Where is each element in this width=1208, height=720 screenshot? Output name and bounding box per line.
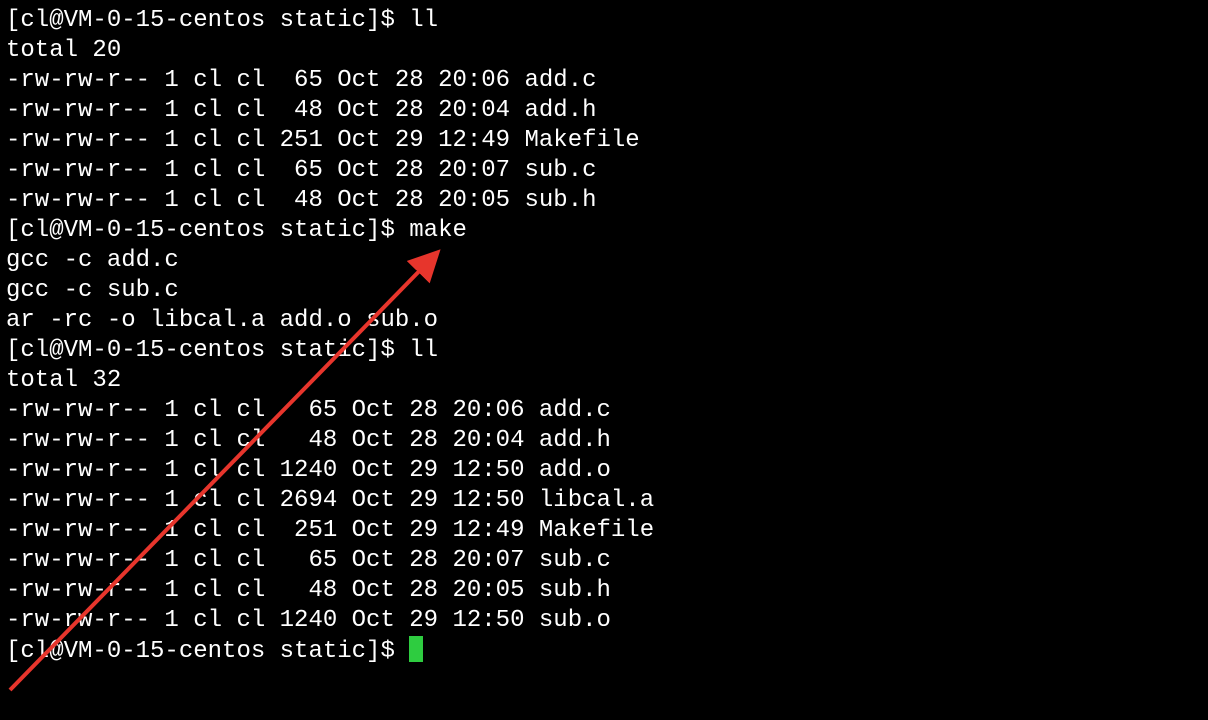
make-output-line: gcc -c sub.c [6, 276, 1202, 306]
file-entry: -rw-rw-r-- 1 cl cl 2694 Oct 29 12:50 lib… [6, 486, 1202, 516]
ll-total: total 20 [6, 36, 1202, 66]
file-entry: -rw-rw-r-- 1 cl cl 48 Oct 28 20:05 sub.h [6, 576, 1202, 606]
command-text: ll [409, 7, 438, 34]
prompt-line-ll1: [cl@VM-0-15-centos static]$ ll [6, 6, 1202, 36]
file-entry: -rw-rw-r-- 1 cl cl 251 Oct 29 12:49 Make… [6, 126, 1202, 156]
file-entry: -rw-rw-r-- 1 cl cl 1240 Oct 29 12:50 add… [6, 456, 1202, 486]
file-entry: -rw-rw-r-- 1 cl cl 65 Oct 28 20:06 add.c [6, 66, 1202, 96]
file-entry: -rw-rw-r-- 1 cl cl 48 Oct 28 20:04 add.h [6, 426, 1202, 456]
prompt-text: [cl@VM-0-15-centos static]$ [6, 337, 409, 364]
file-entry: -rw-rw-r-- 1 cl cl 65 Oct 28 20:06 add.c [6, 396, 1202, 426]
make-output-line: ar -rc -o libcal.a add.o sub.o [6, 306, 1202, 336]
terminal[interactable]: [cl@VM-0-15-centos static]$ lltotal 20-r… [0, 0, 1208, 720]
prompt-text: [cl@VM-0-15-centos static]$ [6, 7, 409, 34]
prompt-text: [cl@VM-0-15-centos static]$ [6, 217, 409, 244]
file-entry: -rw-rw-r-- 1 cl cl 65 Oct 28 20:07 sub.c [6, 546, 1202, 576]
file-entry: -rw-rw-r-- 1 cl cl 48 Oct 28 20:04 add.h [6, 96, 1202, 126]
file-entry: -rw-rw-r-- 1 cl cl 251 Oct 29 12:49 Make… [6, 516, 1202, 546]
prompt-line-make: [cl@VM-0-15-centos static]$ make [6, 216, 1202, 246]
prompt-text: [cl@VM-0-15-centos static]$ [6, 638, 409, 665]
command-text: ll [409, 337, 438, 364]
ll-total: total 32 [6, 366, 1202, 396]
cursor [409, 636, 423, 662]
command-text: make [409, 217, 467, 244]
file-entry: -rw-rw-r-- 1 cl cl 1240 Oct 29 12:50 sub… [6, 606, 1202, 636]
file-entry: -rw-rw-r-- 1 cl cl 48 Oct 28 20:05 sub.h [6, 186, 1202, 216]
prompt-line-ll2: [cl@VM-0-15-centos static]$ ll [6, 336, 1202, 366]
file-entry: -rw-rw-r-- 1 cl cl 65 Oct 28 20:07 sub.c [6, 156, 1202, 186]
prompt-line-active[interactable]: [cl@VM-0-15-centos static]$ [6, 636, 1202, 666]
make-output-line: gcc -c add.c [6, 246, 1202, 276]
